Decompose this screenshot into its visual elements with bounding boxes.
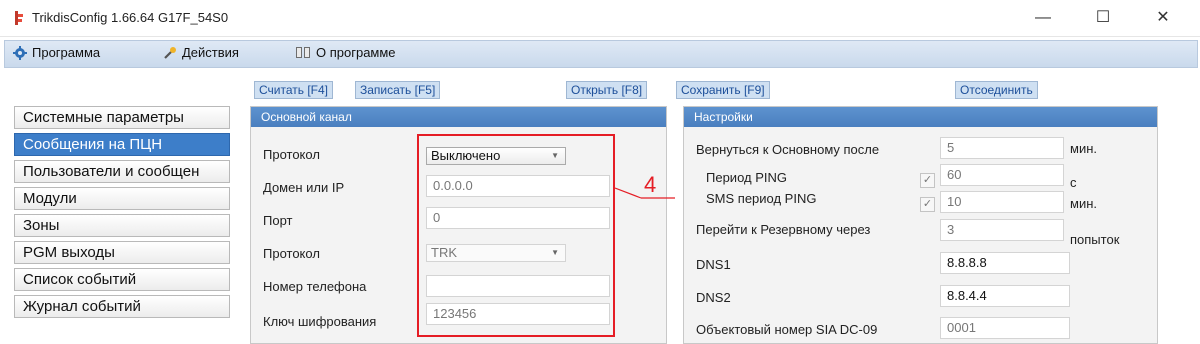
ping-unit: с: [1070, 175, 1077, 190]
domain-label: Домен или IP: [263, 180, 345, 195]
dns1-field[interactable]: 8.8.8.8: [940, 252, 1070, 274]
callout-number: 4: [644, 172, 657, 197]
menu-about-label: О программе: [316, 45, 396, 60]
dns2-field[interactable]: 8.8.4.4: [940, 285, 1070, 307]
return-to-main-field[interactable]: 5: [940, 137, 1064, 159]
backup-switch-field[interactable]: 3: [940, 219, 1064, 241]
wrench-icon: [164, 46, 176, 59]
encryption-key-label: Ключ шифрования: [263, 314, 377, 329]
sms-ping-checkbox[interactable]: ✓: [920, 197, 935, 212]
app-icon: [15, 11, 23, 25]
settings-panel: Настройки Вернуться к Основному после 5 …: [683, 106, 1158, 344]
menu-bar: Программа Действия О программе: [4, 40, 1198, 68]
save-button[interactable]: Сохранить [F9]: [676, 81, 770, 99]
open-button[interactable]: Открыть [F8]: [566, 81, 648, 99]
sidebar-item-modules[interactable]: Модули: [14, 187, 230, 210]
protocol-label: Протокол: [263, 147, 320, 162]
highlight-box: [417, 134, 615, 337]
port-label: Порт: [263, 213, 293, 228]
book-icon: [296, 47, 310, 58]
menu-about[interactable]: О программе: [295, 45, 396, 60]
sidebar-item-event-log[interactable]: Журнал событий: [14, 295, 230, 318]
sidebar-item-users[interactable]: Пользователи и сообщен: [14, 160, 230, 183]
read-button[interactable]: Считать [F4]: [254, 81, 334, 99]
disconnect-button[interactable]: Отсоединить: [955, 81, 1038, 99]
sidebar-item-messages-to-cms[interactable]: Сообщения на ПЦН: [14, 133, 230, 156]
menu-program[interactable]: Программа: [13, 45, 100, 60]
minimize-button[interactable]: —: [1020, 6, 1066, 30]
ping-checkbox[interactable]: ✓: [920, 173, 935, 188]
dns1-label: DNS1: [696, 257, 731, 272]
write-button[interactable]: Записать [F5]: [355, 81, 441, 99]
ping-period-field[interactable]: 60: [940, 164, 1064, 186]
main-channel-title: Основной канал: [251, 107, 666, 127]
close-button[interactable]: ✕: [1140, 6, 1186, 30]
sidebar-item-zones[interactable]: Зоны: [14, 214, 230, 237]
sms-ping-unit: мин.: [1070, 196, 1097, 211]
window-title: TrikdisConfig 1.66.64 G17F_54S0: [32, 10, 229, 25]
menu-program-label: Программа: [32, 45, 101, 60]
sia-account-field[interactable]: 0001: [940, 317, 1070, 339]
sidebar-item-event-list[interactable]: Список событий: [14, 268, 230, 291]
protocol-type-label: Протокол: [263, 246, 320, 261]
sidebar-item-pgm-outputs[interactable]: PGM выходы: [14, 241, 230, 264]
sidebar-item-system-params[interactable]: Системные параметры: [14, 106, 230, 129]
backup-unit: попыток: [1070, 232, 1120, 247]
settings-title: Настройки: [684, 107, 1157, 127]
maximize-button[interactable]: ☐: [1080, 6, 1126, 30]
gear-icon: [13, 45, 27, 60]
return-unit: мин.: [1070, 141, 1097, 156]
sia-account-label: Объектовый номер SIA DC-09: [696, 322, 878, 337]
sms-ping-field[interactable]: 10: [940, 191, 1064, 213]
title-bar: TrikdisConfig 1.66.64 G17F_54S0 — ☐ ✕: [0, 0, 1200, 37]
menu-actions[interactable]: Действия: [163, 45, 239, 60]
return-to-main-label: Вернуться к Основному после: [696, 142, 880, 157]
menu-actions-label: Действия: [182, 45, 239, 60]
phone-label: Номер телефона: [263, 279, 367, 294]
ping-period-label: Период PING: [706, 170, 787, 185]
sidebar: Системные параметры Сообщения на ПЦН Пол…: [14, 106, 230, 342]
sms-ping-label: SMS период PING: [706, 191, 817, 206]
backup-switch-label: Перейти к Резервному через: [696, 222, 871, 237]
dns2-label: DNS2: [696, 290, 731, 305]
